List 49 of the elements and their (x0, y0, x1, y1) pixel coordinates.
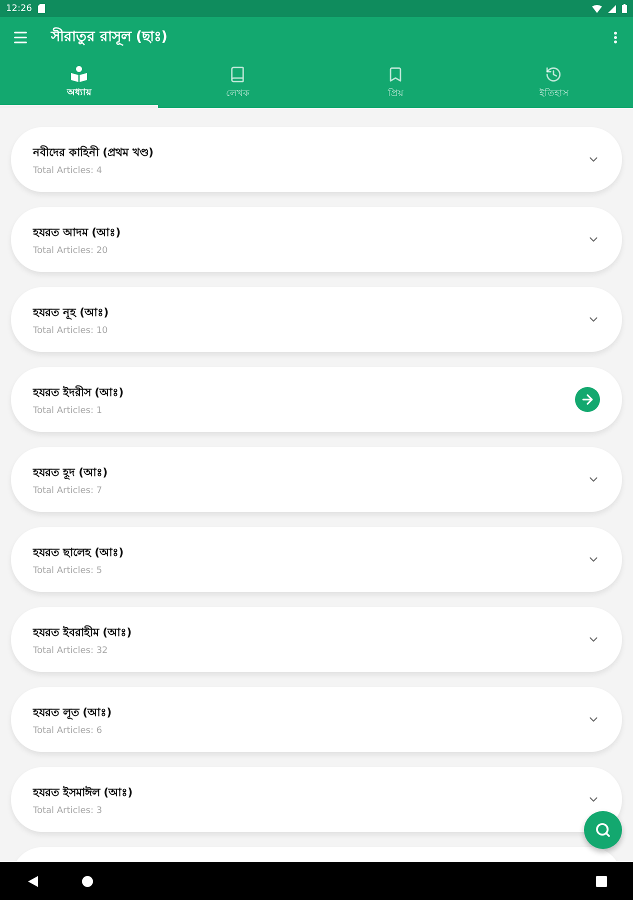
back-icon (28, 876, 38, 886)
history-icon (545, 66, 562, 82)
article-count: Total Articles: 5 (33, 566, 104, 576)
book-icon (228, 66, 246, 82)
signal-icon (608, 4, 616, 12)
chapter-title: নবীদের কাহিনী (প্রথম খণ্ড) (33, 144, 155, 160)
chapter-card[interactable]: হযরত ইদরীস (আঃ) Total Articles: 1 (11, 367, 622, 432)
tab-label: অধ্যায় (67, 87, 92, 100)
chapter-title: হযরত ইসমাঈল (আঃ) (33, 784, 134, 800)
chapter-title: হযরত লূত (আঃ) (33, 704, 113, 722)
sd-card-icon (38, 4, 45, 13)
chapter-card[interactable]: হযরত ইসমাঈল (আঃ) Total Articles: 3 (11, 767, 622, 832)
chapter-card[interactable]: হযরত হূদ (আঃ) Total Articles: 7 (11, 447, 622, 512)
article-count: Total Articles: 20 (33, 246, 109, 256)
tab-label: প্রিয় (388, 87, 404, 100)
chapter-title: হযরত নূহ (আঃ) (33, 304, 110, 322)
article-count: Total Articles: 7 (33, 486, 104, 496)
chapter-title: হযরত ইবরাহীম (আঃ) (33, 624, 133, 640)
battery-icon (622, 4, 627, 13)
search-button[interactable] (584, 811, 622, 849)
back-button[interactable] (28, 876, 38, 886)
app-title: সীরাতুর রাসূল (ছাঃ) (51, 26, 169, 48)
chapter-title: হযরত হূদ (আঃ) (33, 464, 109, 482)
article-count: Total Articles: 4 (33, 166, 104, 176)
status-time: 12:26 (6, 4, 32, 14)
search-icon (595, 822, 611, 838)
tab-label: ইতিহাস (539, 87, 568, 100)
recents-icon (596, 876, 607, 886)
arrow-right-icon[interactable] (575, 387, 600, 412)
chapter-title: হযরত ছালেহ (আঃ) (33, 544, 125, 560)
article-count: Total Articles: 6 (33, 726, 104, 736)
wifi-icon (592, 4, 602, 12)
chapter-card[interactable]: হযরত ইবরাহীম (আঃ) Total Articles: 32 (11, 607, 622, 672)
chapter-title: হযরত ইদরীস (আঃ) (33, 384, 125, 400)
article-count: Total Articles: 10 (33, 326, 109, 336)
chapter-card[interactable]: হযরত লূত (আঃ) Total Articles: 6 (11, 687, 622, 752)
chapter-title: হযরত আদম (আঃ) (33, 224, 122, 240)
chapter-card[interactable]: হযরত নূহ (আঃ) Total Articles: 10 (11, 287, 622, 352)
reader-icon (70, 66, 88, 82)
chapter-card[interactable]: হযরত আদম (আঃ) Total Articles: 20 (11, 207, 622, 272)
article-count: Total Articles: 1 (33, 406, 104, 416)
recents-button[interactable] (596, 876, 607, 886)
article-count: Total Articles: 32 (33, 646, 109, 656)
chapter-card[interactable]: নবীদের কাহিনী (প্রথম খণ্ড) Total Articles: 4 (11, 127, 622, 192)
home-button[interactable] (82, 876, 93, 886)
chapter-card[interactable]: হযরত ছালেহ (আঃ) Total Articles: 5 (11, 527, 622, 592)
home-icon (82, 876, 93, 886)
tab-label: লেখক (226, 88, 249, 100)
article-count: Total Articles: 3 (33, 806, 104, 816)
